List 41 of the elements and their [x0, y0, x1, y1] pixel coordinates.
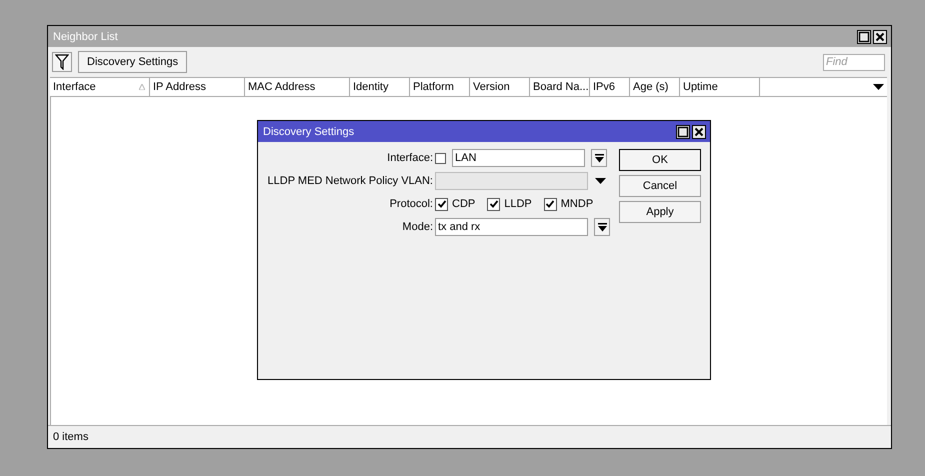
column-header[interactable]: IP Address — [150, 78, 245, 96]
dialog-button[interactable]: Cancel — [619, 175, 701, 197]
close-button[interactable] — [873, 30, 887, 44]
close-button[interactable] — [692, 124, 706, 138]
checkbox-label: LLDP — [504, 198, 532, 210]
column-header[interactable]: Age (s) — [630, 78, 680, 96]
maximize-button[interactable] — [676, 124, 690, 138]
field-label: LLDP MED Network Policy VLAN: — [266, 175, 434, 187]
checkbox[interactable] — [487, 198, 500, 210]
status-bar: 0 items — [48, 425, 891, 448]
filter-button[interactable] — [52, 52, 72, 72]
combo-field[interactable]: LAN — [452, 149, 585, 167]
dialog-title: Discovery Settings — [263, 126, 356, 138]
discovery-settings-button[interactable]: Discovery Settings — [78, 51, 188, 73]
column-header[interactable]: Uptime — [680, 78, 760, 96]
maximize-button[interactable] — [857, 30, 871, 44]
column-header[interactable]: MAC Address — [245, 78, 350, 96]
dropdown-arrow-icon — [594, 154, 604, 162]
field-label: Protocol: — [388, 198, 434, 210]
column-header[interactable]: Platform — [410, 78, 470, 96]
column-header[interactable]: Board Na... — [530, 78, 590, 96]
column-header[interactable]: Identity — [350, 78, 410, 96]
column-header[interactable]: IPv6 — [590, 78, 630, 96]
dropdown-button[interactable] — [591, 149, 607, 167]
find-field[interactable]: Find — [823, 54, 885, 70]
dropdown-arrow-icon — [598, 222, 606, 232]
column-menu-icon[interactable] — [873, 84, 884, 90]
column-header[interactable]: Version — [470, 78, 530, 96]
checkbox[interactable] — [544, 198, 557, 210]
combo-field[interactable]: tx and rx — [435, 218, 588, 236]
checkbox-label: CDP — [452, 198, 476, 210]
dropdown-button[interactable] — [594, 218, 610, 236]
checkbox[interactable] — [435, 198, 448, 210]
dialog-button[interactable]: OK — [619, 149, 701, 171]
field-label: Mode: — [401, 221, 434, 233]
window-title: Neighbor List — [53, 30, 119, 42]
column-header[interactable]: Interface — [50, 78, 150, 96]
field-label: Interface: — [386, 152, 434, 164]
checkbox-label: MNDP — [560, 198, 594, 210]
dialog-button[interactable]: Apply — [619, 201, 701, 223]
negate-checkbox[interactable] — [435, 152, 446, 164]
